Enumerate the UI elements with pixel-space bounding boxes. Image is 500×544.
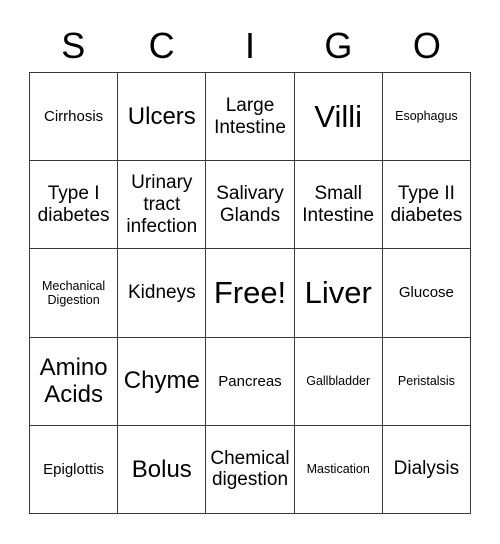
- bingo-cell-r4c4[interactable]: Gallbladder: [294, 337, 383, 426]
- bingo-cell-label: Glucose: [398, 284, 454, 302]
- bingo-cell-free[interactable]: Free!: [206, 249, 295, 338]
- bingo-cell-label: Amino Acids: [39, 353, 108, 409]
- bingo-header-letter-2: C: [148, 25, 175, 66]
- bingo-header-letter-3: I: [245, 25, 256, 66]
- bingo-cell-label: Kidneys: [127, 282, 196, 304]
- bingo-cell-r2c1[interactable]: Type I diabetes: [30, 161, 119, 250]
- bingo-cell-label: Mechanical Digestion: [41, 278, 106, 307]
- bingo-cell-r4c2[interactable]: Chyme: [118, 337, 207, 426]
- bingo-header-letter-1: S: [61, 25, 86, 66]
- bingo-cell-r1c2[interactable]: Ulcers: [118, 73, 207, 162]
- bingo-cell-label: Peristalsis: [397, 374, 455, 388]
- bingo-cell-r2c5[interactable]: Type II diabetes: [382, 161, 471, 250]
- bingo-cell-r4c3[interactable]: Pancreas: [206, 337, 295, 426]
- bingo-cell-r5c5[interactable]: Dialysis: [382, 425, 471, 514]
- bingo-cell-r2c2[interactable]: Urinary tract infection: [118, 161, 207, 250]
- bingo-cell-label: Bolus: [131, 455, 192, 483]
- bingo-cell-r5c4[interactable]: Mastication: [294, 425, 383, 514]
- bingo-cell-r5c2[interactable]: Bolus: [118, 425, 207, 514]
- bingo-cell-label: Epiglottis: [43, 460, 105, 478]
- bingo-cell-r2c4[interactable]: Small Intestine: [294, 161, 383, 250]
- bingo-cell-label: Cirrhosis: [44, 107, 104, 125]
- bingo-cell-label: Small Intestine: [302, 182, 375, 226]
- bingo-cell-label: Salivary Glands: [216, 182, 284, 226]
- bingo-cell-r4c5[interactable]: Peristalsis: [382, 337, 471, 426]
- bingo-header-letter-4: G: [324, 25, 353, 66]
- bingo-header-row: S C I G O: [29, 20, 471, 72]
- bingo-grid: Cirrhosis Ulcers Large Intestine Villi E…: [29, 72, 471, 514]
- bingo-card: S C I G O Cirrhosis Ulcers Large Intesti…: [0, 0, 500, 544]
- bingo-cell-r4c1[interactable]: Amino Acids: [30, 337, 119, 426]
- bingo-cell-r1c3[interactable]: Large Intestine: [206, 73, 295, 162]
- bingo-cell-r3c4[interactable]: Liver: [294, 249, 383, 338]
- bingo-cell-label: Pancreas: [218, 372, 282, 390]
- bingo-cell-r3c1[interactable]: Mechanical Digestion: [30, 249, 119, 338]
- bingo-cell-label: Gallbladder: [306, 374, 371, 388]
- bingo-cell-label: Liver: [304, 275, 372, 311]
- bingo-header-letter-5: O: [412, 25, 441, 66]
- bingo-cell-r3c5[interactable]: Glucose: [382, 249, 471, 338]
- bingo-cell-label: Free!: [213, 275, 287, 311]
- bingo-cell-label: Ulcers: [127, 102, 196, 130]
- bingo-cell-label: Type II diabetes: [390, 182, 463, 226]
- bingo-cell-r1c1[interactable]: Cirrhosis: [30, 73, 119, 162]
- bingo-cell-r2c3[interactable]: Salivary Glands: [206, 161, 295, 250]
- bingo-cell-label: Chemical digestion: [210, 447, 290, 491]
- bingo-cell-r5c1[interactable]: Epiglottis: [30, 425, 119, 514]
- bingo-cell-r3c2[interactable]: Kidneys: [118, 249, 207, 338]
- bingo-cell-label: Mastication: [306, 462, 370, 477]
- bingo-cell-r1c5[interactable]: Esophagus: [382, 73, 471, 162]
- bingo-cell-label: Dialysis: [393, 458, 460, 480]
- bingo-cell-label: Villi: [314, 98, 363, 134]
- bingo-cell-label: Esophagus: [395, 109, 458, 124]
- bingo-cell-r5c3[interactable]: Chemical digestion: [206, 425, 295, 514]
- bingo-cell-label: Urinary tract infection: [126, 172, 198, 237]
- bingo-cell-label: Type I diabetes: [37, 182, 110, 226]
- bingo-cell-r1c4[interactable]: Villi: [294, 73, 383, 162]
- bingo-cell-label: Large Intestine: [214, 94, 286, 138]
- bingo-cell-label: Chyme: [123, 367, 200, 395]
